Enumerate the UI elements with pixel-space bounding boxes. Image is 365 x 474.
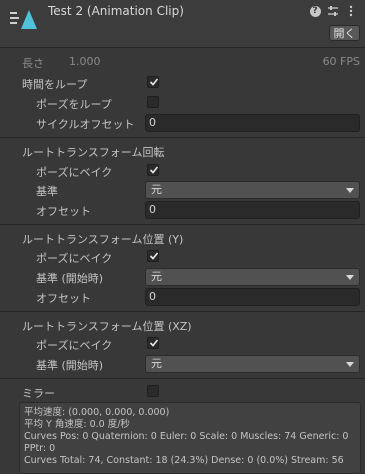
root-position-y-offset-label: オフセット <box>36 292 91 305</box>
header-divider <box>0 47 365 48</box>
clip-info-box: 平均速度: (0.000, 0.000, 0.000) 平均 Y 角速度: 0.… <box>19 402 361 474</box>
dropdown-value: 元 <box>151 357 162 370</box>
root-position-xz-bake-checkbox[interactable] <box>147 337 159 349</box>
root-position-y-offset-input[interactable]: 0 <box>145 288 360 306</box>
open-button[interactable]: 開く <box>329 25 360 41</box>
chevron-down-icon <box>346 188 354 193</box>
root-position-y-header: ルートトランスフォーム位置 (Y) <box>0 229 365 247</box>
pptr-text: PPtr: 0 <box>24 443 56 454</box>
root-position-xz-based-dropdown[interactable]: 元 <box>145 355 360 373</box>
root-position-y-bake-checkbox[interactable] <box>147 250 159 262</box>
curves-total-text: Curves Total: 74, Constant: 18 (24.3%) D… <box>24 455 344 466</box>
fps-value: 60 FPS <box>322 55 360 68</box>
length-label: 長さ <box>22 57 44 70</box>
loop-pose-row: ポーズをループ <box>0 94 365 112</box>
loop-time-label: 時間をループ <box>22 78 88 91</box>
average-angular-speed-text: 平均 Y 角速度: 0.0 度/秒 <box>24 419 130 430</box>
root-position-y-label: ルートトランスフォーム位置 (Y) <box>22 233 184 246</box>
average-velocity-text: 平均速度: (0.000, 0.000, 0.000) <box>24 407 170 418</box>
section-divider <box>0 137 365 138</box>
root-position-y-based-dropdown[interactable]: 元 <box>145 268 360 286</box>
section-divider <box>0 378 365 379</box>
root-rotation-bake-checkbox[interactable] <box>147 164 159 176</box>
length-value: 1.000 <box>69 55 101 68</box>
root-position-y-bake-row: ポーズにベイク <box>0 248 365 266</box>
inspector-header: Test 2 (Animation Clip) ? 開く <box>0 0 365 47</box>
root-position-y-bake-label: ポーズにベイク <box>36 252 113 265</box>
checkmark-icon <box>149 339 159 347</box>
root-rotation-based-row: 基準 元 <box>0 181 365 199</box>
more-icon[interactable] <box>345 5 357 17</box>
root-rotation-bake-row: ポーズにベイク <box>0 162 365 180</box>
checkmark-icon <box>149 78 159 86</box>
loop-pose-label: ポーズをループ <box>36 98 112 111</box>
root-rotation-based-dropdown[interactable]: 元 <box>145 181 360 199</box>
root-position-xz-label: ルートトランスフォーム位置 (XZ) <box>22 320 192 333</box>
root-rotation-bake-label: ポーズにベイク <box>36 166 113 179</box>
root-position-y-based-row: 基準 (開始時) 元 <box>0 268 365 286</box>
loop-pose-checkbox[interactable] <box>147 96 159 108</box>
root-position-xz-bake-row: ポーズにベイク <box>0 335 365 353</box>
mirror-checkbox[interactable] <box>147 385 159 397</box>
root-rotation-header: ルートトランスフォーム回転 <box>0 142 365 160</box>
root-position-y-based-label: 基準 (開始時) <box>36 272 104 285</box>
mirror-label: ミラー <box>22 387 55 400</box>
chevron-down-icon <box>346 362 354 367</box>
clip-title: Test 2 (Animation Clip) <box>48 4 184 18</box>
chevron-down-icon <box>346 275 354 280</box>
dropdown-value: 元 <box>151 270 162 283</box>
root-position-y-offset-row: オフセット 0 <box>0 288 365 306</box>
curves-breakdown-text: Curves Pos: 0 Quaternion: 0 Euler: 0 Sca… <box>24 431 349 442</box>
root-rotation-offset-row: オフセット 0 <box>0 201 365 219</box>
root-position-xz-header: ルートトランスフォーム位置 (XZ) <box>0 316 365 334</box>
root-position-xz-based-row: 基準 (開始時) 元 <box>0 355 365 373</box>
root-rotation-offset-label: オフセット <box>36 205 91 218</box>
section-divider <box>0 224 365 225</box>
dropdown-value: 元 <box>151 183 162 196</box>
root-rotation-label: ルートトランスフォーム回転 <box>22 146 165 159</box>
animation-clip-icon <box>10 10 37 29</box>
header-icons: ? <box>309 4 357 18</box>
loop-time-row: 時間をループ <box>0 74 365 92</box>
root-position-xz-based-label: 基準 (開始時) <box>36 359 104 372</box>
mirror-row: ミラー <box>0 383 365 401</box>
section-divider <box>0 311 365 312</box>
help-icon[interactable]: ? <box>309 5 321 17</box>
cycle-offset-input[interactable]: 0 <box>145 114 360 132</box>
cycle-offset-label: サイクルオフセット <box>36 118 135 131</box>
root-rotation-offset-input[interactable]: 0 <box>145 201 360 219</box>
checkmark-icon <box>149 252 159 260</box>
root-position-xz-bake-label: ポーズにベイク <box>36 339 113 352</box>
loop-time-checkbox[interactable] <box>147 76 159 88</box>
length-row: 長さ 1.000 60 FPS <box>0 53 365 71</box>
preset-icon[interactable] <box>327 5 339 17</box>
cycle-offset-row: サイクルオフセット 0 <box>0 114 365 132</box>
root-rotation-based-label: 基準 <box>36 185 58 198</box>
checkmark-icon <box>149 166 159 174</box>
